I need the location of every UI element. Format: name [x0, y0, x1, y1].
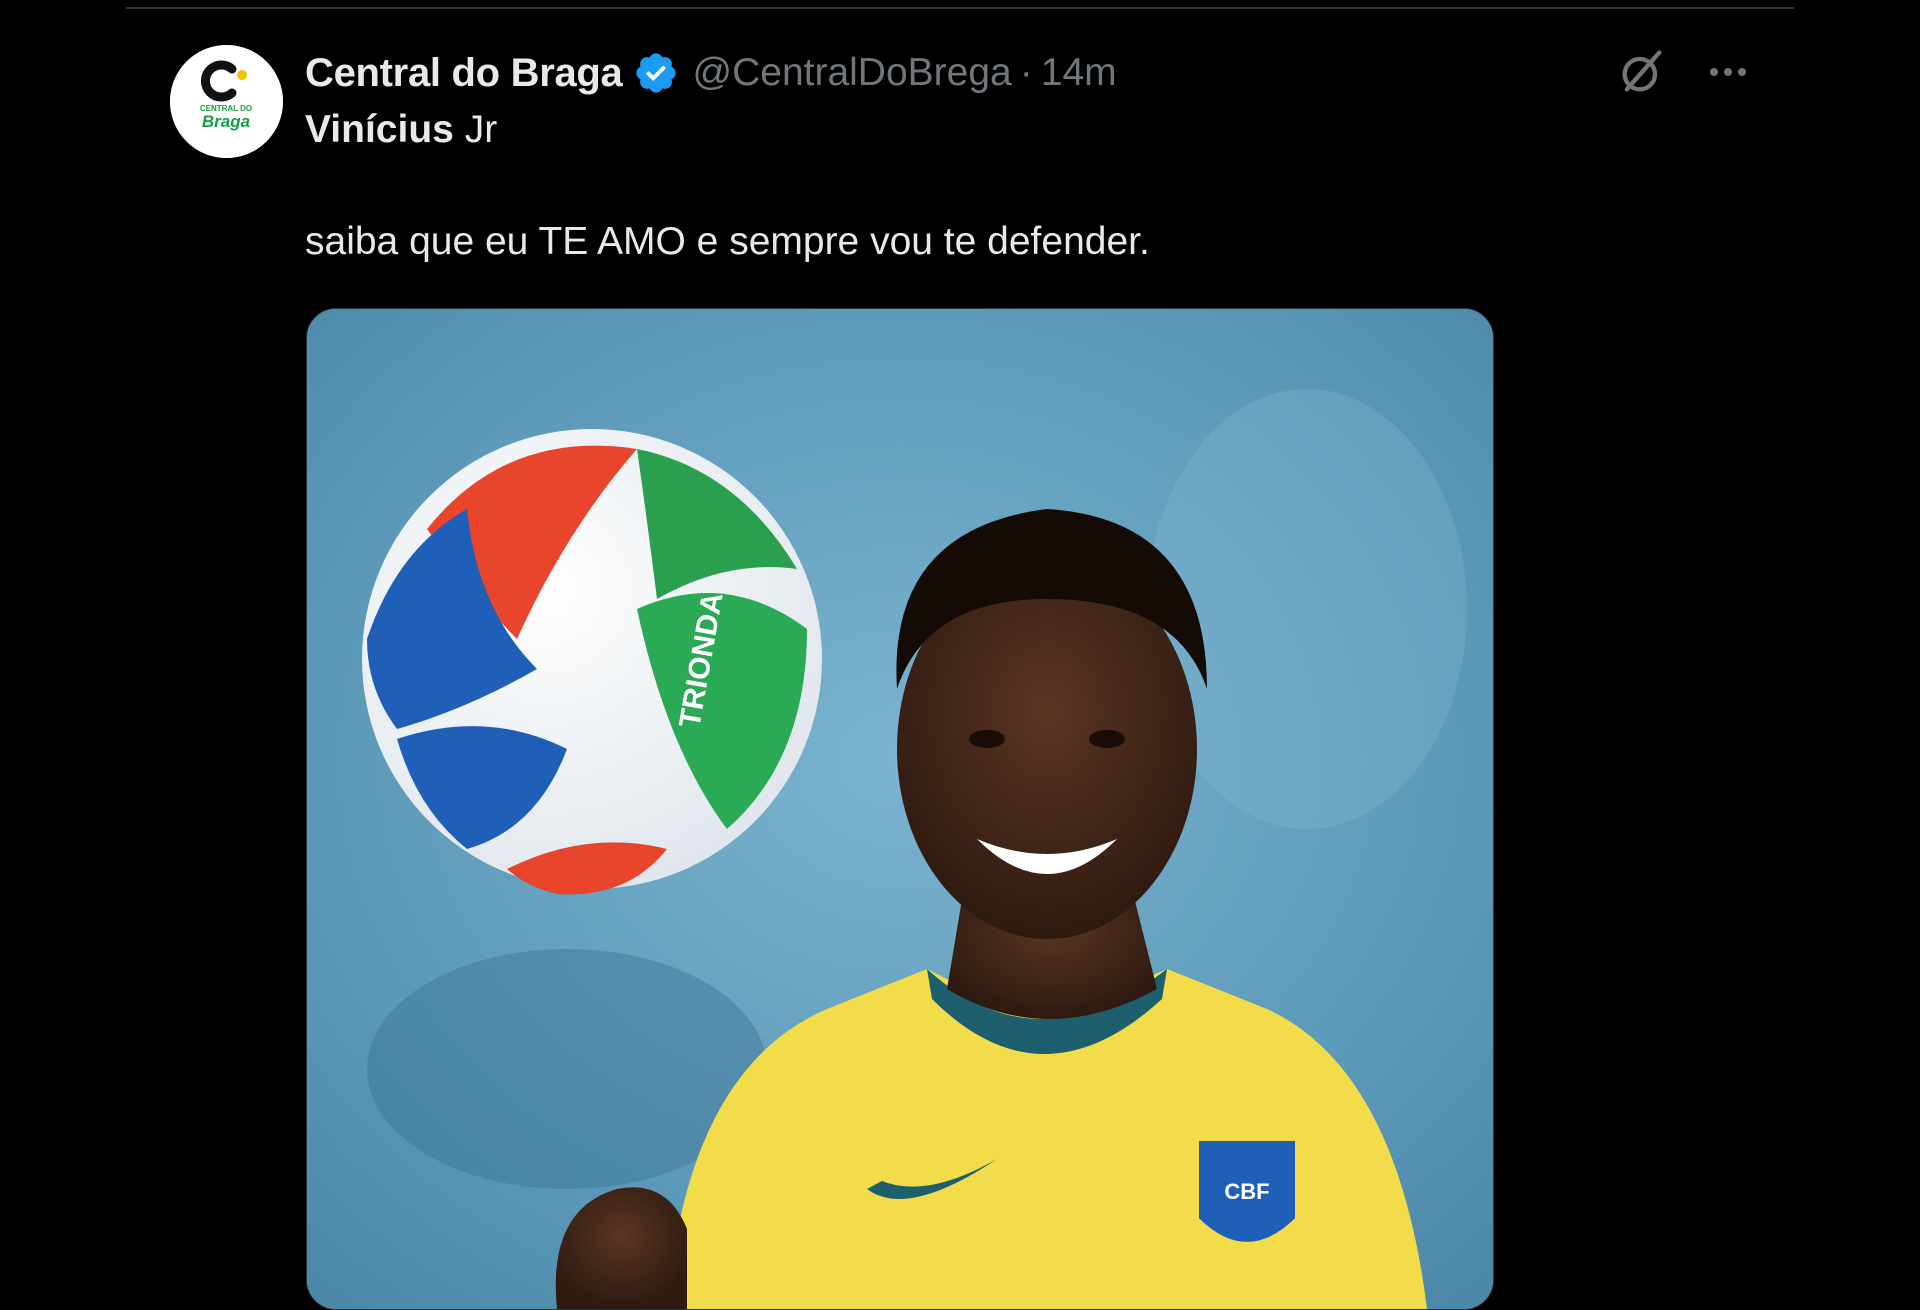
crest-text: CBF: [1224, 1179, 1269, 1204]
tweet-media-photo[interactable]: TRIONDA CBF: [306, 308, 1494, 1310]
quoted-author-suffix: Jr: [464, 108, 498, 151]
verified-badge-icon[interactable]: [633, 50, 679, 96]
more-icon[interactable]: [1704, 48, 1752, 96]
tweet-header: Central do Braga @CentralDoBrega · 14m: [305, 48, 1117, 98]
avatar[interactable]: CENTRAL DO Braga: [170, 45, 283, 158]
user-handle[interactable]: @CentralDoBrega: [693, 51, 1012, 95]
grok-icon[interactable]: [1616, 46, 1668, 98]
timestamp[interactable]: 14m: [1041, 51, 1117, 95]
tweet-text: saiba que eu TE AMO e sempre vou te defe…: [305, 220, 1150, 263]
central-do-braga-logo: CENTRAL DO Braga: [170, 45, 283, 158]
player-photo: TRIONDA CBF: [307, 309, 1493, 1309]
tweet-actions: [1616, 46, 1752, 98]
tweet[interactable]: CENTRAL DO Braga Central do Braga @Centr…: [0, 0, 1920, 1310]
meta-separator: ·: [1019, 51, 1033, 94]
quoted-author-name: Vinícius: [305, 108, 454, 151]
quoted-author: Vinícius Jr: [305, 108, 497, 152]
display-name[interactable]: Central do Braga: [305, 51, 623, 96]
logo-brand-text: Braga: [202, 112, 250, 131]
cbf-crest: CBF: [1195, 1137, 1299, 1246]
